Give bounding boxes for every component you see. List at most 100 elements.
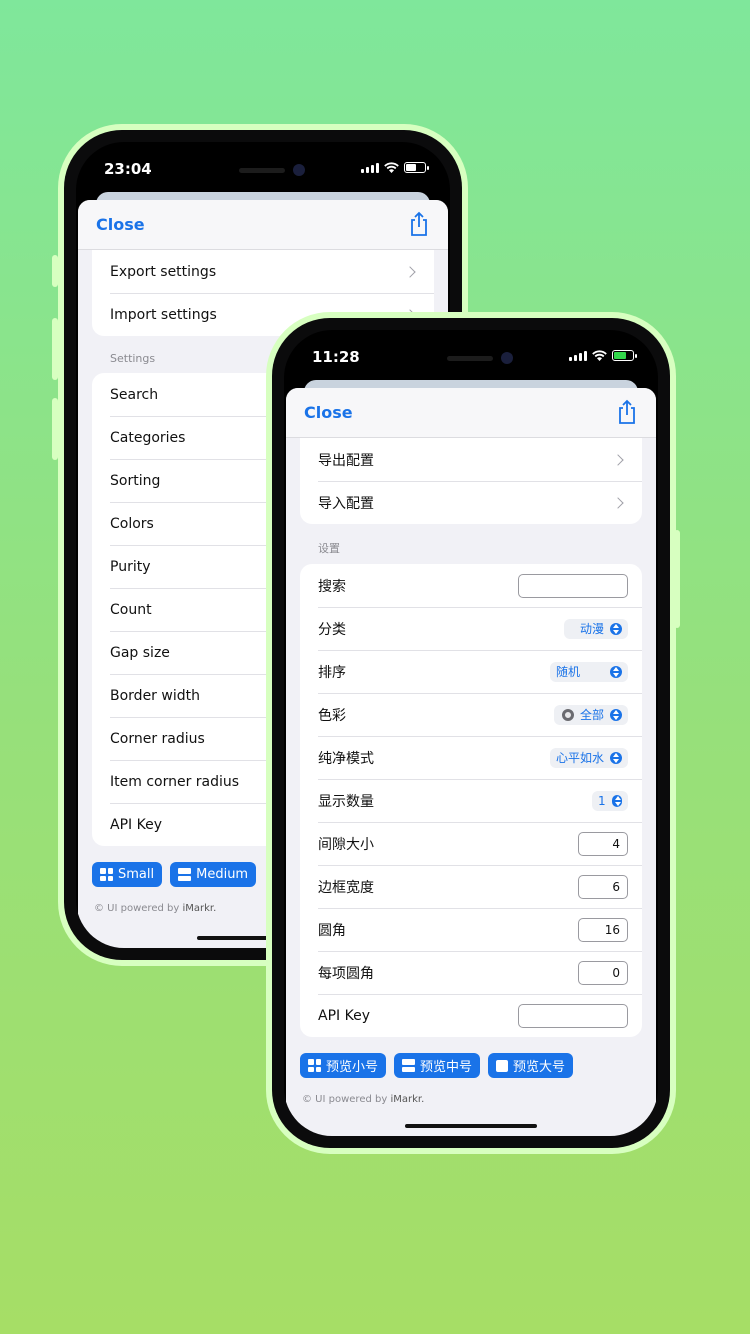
row-label: Export settings <box>110 263 217 280</box>
dynamic-island <box>411 342 531 374</box>
button-label: 预览中号 <box>420 1060 473 1075</box>
row-label: 间隙大小 <box>318 836 374 853</box>
share-icon[interactable] <box>408 211 430 237</box>
api-key-input[interactable] <box>518 1003 628 1028</box>
sorting-row: 排序 随机 <box>300 650 642 693</box>
picker-value: 1 <box>598 793 606 808</box>
clock: 23:04 <box>104 160 152 178</box>
corner-radius-field[interactable]: 16 <box>578 917 628 942</box>
up-down-chevron-icon <box>610 708 622 721</box>
footer-brand: iMarkr. <box>390 1094 425 1105</box>
up-down-chevron-icon <box>610 751 622 764</box>
button-label: Small <box>118 867 155 882</box>
button-label: Medium <box>196 867 249 882</box>
preview-small-button[interactable]: Small <box>92 862 163 887</box>
sorting-picker[interactable]: 随机 <box>550 661 628 682</box>
cellular-signal-icon <box>361 163 379 173</box>
search-row: 搜索 <box>300 564 642 607</box>
item-corner-radius-row: 每项圆角 0 <box>300 951 642 994</box>
preview-small-button[interactable]: 预览小号 <box>300 1053 387 1078</box>
home-indicator <box>405 1124 537 1128</box>
border-width-row: 边框宽度 6 <box>300 865 642 908</box>
purity-row: 纯净模式 心平如水 <box>300 736 642 779</box>
import-settings-row[interactable]: 导入配置 <box>300 481 642 524</box>
settings-sheet: Close 导出配置 导入配置 设置 搜索 分类 动漫 排序 随机 色彩 全部 … <box>286 388 656 1136</box>
footer-credit: © UI powered by iMarkr. <box>286 1078 656 1105</box>
grid-small-icon <box>100 868 113 881</box>
row-label: 导出配置 <box>318 452 374 469</box>
share-icon[interactable] <box>616 399 638 425</box>
categories-picker[interactable]: 动漫 <box>564 618 628 639</box>
categories-row: 分类 动漫 <box>300 607 642 650</box>
colors-row: 色彩 全部 <box>300 693 642 736</box>
picker-value: 随机 <box>556 665 581 679</box>
front-phone-screen: 11:28 Close 导出配置 导入配置 设置 搜索 分类 动漫 排序 随机 … <box>284 330 658 1136</box>
status-bar: 11:28 <box>284 330 658 380</box>
footer-brand: iMarkr. <box>182 903 217 914</box>
preview-medium-button[interactable]: Medium <box>170 862 257 887</box>
row-label: Categories <box>110 429 186 446</box>
row-label: 排序 <box>318 664 346 681</box>
up-down-chevron-icon <box>610 622 622 635</box>
color-swatch-icon <box>561 708 574 721</box>
wifi-icon <box>384 162 399 173</box>
dynamic-island <box>203 154 323 186</box>
wifi-icon <box>592 350 607 361</box>
count-picker[interactable]: 1 <box>592 790 628 811</box>
import-export-card: 导出配置 导入配置 <box>300 438 642 524</box>
chevron-right-icon <box>404 265 416 278</box>
row-label: 搜索 <box>318 578 346 595</box>
picker-value: 全部 <box>579 708 604 722</box>
grid-medium-icon <box>178 868 192 881</box>
chevron-right-icon <box>612 496 624 509</box>
colors-picker[interactable]: 全部 <box>554 704 628 725</box>
close-button[interactable]: Close <box>304 403 353 422</box>
border-width-field[interactable]: 6 <box>578 874 628 899</box>
nav-bar: Close <box>286 388 656 438</box>
picker-value: 动漫 <box>579 622 604 636</box>
row-label: 纯净模式 <box>318 750 374 767</box>
row-label: Count <box>110 601 152 618</box>
row-label: 圆角 <box>318 922 346 939</box>
footer-prefix: © UI powered by <box>302 1094 391 1105</box>
row-label: Colors <box>110 515 154 532</box>
status-bar: 23:04 <box>76 142 450 192</box>
cellular-signal-icon <box>569 351 587 361</box>
up-down-chevron-icon <box>610 665 622 678</box>
settings-card: 搜索 分类 动漫 排序 随机 色彩 全部 纯净模式 心平如水 显示数量 1 间隙… <box>300 564 642 1037</box>
close-button[interactable]: Close <box>96 215 145 234</box>
row-label: Search <box>110 386 159 403</box>
row-label: 边框宽度 <box>318 879 374 896</box>
grid-large-icon <box>496 1059 509 1072</box>
footer-prefix: © UI powered by <box>94 903 183 914</box>
row-label: 分类 <box>318 621 346 638</box>
purity-picker[interactable]: 心平如水 <box>550 747 628 768</box>
preview-buttons: 预览小号 预览中号 预览大号 <box>286 1037 656 1078</box>
preview-large-button[interactable]: 预览大号 <box>488 1053 574 1078</box>
row-label: 导入配置 <box>318 495 374 512</box>
export-settings-row[interactable]: 导出配置 <box>300 438 642 481</box>
row-label: API Key <box>110 816 162 833</box>
grid-small-icon <box>308 1059 321 1072</box>
search-input[interactable] <box>518 573 628 598</box>
gap-size-row: 间隙大小 4 <box>300 822 642 865</box>
row-label: 色彩 <box>318 707 346 724</box>
api-key-row: API Key <box>300 994 642 1037</box>
gap-size-field[interactable]: 4 <box>578 831 628 856</box>
row-label: Item corner radius <box>110 773 240 790</box>
row-label: Import settings <box>110 306 217 323</box>
item-corner-radius-field[interactable]: 0 <box>578 960 628 985</box>
row-label: Corner radius <box>110 730 205 747</box>
row-label: Sorting <box>110 472 161 489</box>
row-label: Purity <box>110 558 151 575</box>
button-label: 预览大号 <box>513 1060 566 1075</box>
row-label: Border width <box>110 687 200 704</box>
battery-icon <box>404 162 429 173</box>
preview-medium-button[interactable]: 预览中号 <box>394 1053 481 1078</box>
row-label: Gap size <box>110 644 170 661</box>
chevron-right-icon <box>612 453 624 466</box>
row-label: API Key <box>318 1007 370 1024</box>
front-phone: 11:28 Close 导出配置 导入配置 设置 搜索 分类 动漫 排序 随机 … <box>266 312 676 1154</box>
export-settings-row[interactable]: Export settings <box>92 250 434 293</box>
up-down-chevron-icon <box>611 794 622 807</box>
